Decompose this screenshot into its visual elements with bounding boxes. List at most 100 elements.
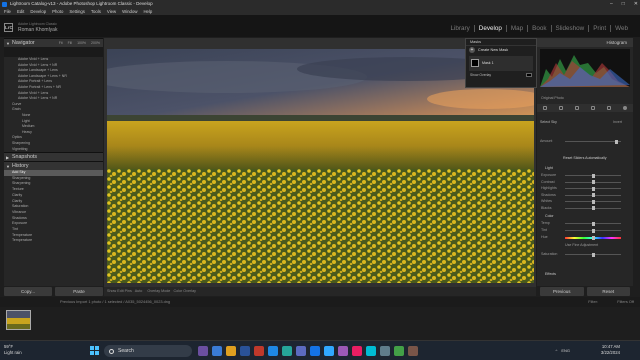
saturation-slider-knob[interactable] (592, 252, 595, 257)
invert-checkbox[interactable]: Invert (613, 120, 622, 124)
slider-knob[interactable] (592, 173, 595, 178)
paste-button[interactable]: Paste (55, 287, 103, 296)
show-edit-pins[interactable]: Show Edit Pins (107, 289, 132, 293)
zoom-100[interactable]: 100% (77, 39, 86, 48)
menu-window[interactable]: Window (122, 8, 137, 15)
history-item[interactable]: Temperature (4, 238, 103, 244)
healing-tool-icon[interactable] (559, 106, 563, 110)
light-slider[interactable] (565, 193, 621, 197)
app-icon[interactable] (408, 346, 418, 356)
light-slider[interactable] (565, 173, 621, 178)
color-slider[interactable] (565, 228, 621, 233)
crop-tool-icon[interactable] (543, 106, 547, 110)
explorer-icon[interactable] (226, 346, 236, 356)
brush-tool-icon[interactable] (591, 106, 595, 110)
premiere-icon[interactable] (338, 346, 348, 356)
module-develop[interactable]: Develop (473, 25, 506, 32)
previous-button[interactable]: Previous (540, 287, 584, 296)
slider-knob[interactable] (592, 235, 595, 240)
module-book[interactable]: Book (527, 25, 550, 32)
effects-section-header[interactable]: Effects (545, 272, 556, 276)
overlay-mode-value[interactable]: Color Overlay (173, 289, 196, 293)
maximize-button[interactable]: □ (622, 0, 625, 8)
zoom-fit[interactable]: Fit (59, 39, 63, 48)
module-library[interactable]: Library (447, 25, 474, 32)
close-button[interactable]: ✕ (634, 0, 638, 8)
color-slider[interactable] (565, 221, 621, 226)
slider-knob[interactable] (592, 221, 595, 226)
weather-widget[interactable]: 59°F Light rain (4, 344, 22, 356)
filmstrip-thumbnail[interactable] (6, 310, 31, 330)
zoom-200[interactable]: 200% (91, 39, 100, 48)
create-new-mask-button[interactable]: + Create New Mask (466, 46, 536, 55)
menu-view[interactable]: View (107, 8, 116, 15)
navigator-header[interactable]: ▼ Navigator Fit Fill 100% 200% (4, 38, 103, 47)
windows-start-icon[interactable] (90, 346, 99, 355)
slider-knob[interactable] (592, 193, 595, 197)
module-slideshow[interactable]: Slideshow (550, 25, 589, 32)
minimize-button[interactable]: – (610, 0, 613, 8)
menu-photo[interactable]: Photo (52, 8, 63, 15)
slider-knob[interactable] (592, 180, 595, 184)
menu-file[interactable]: File (4, 8, 11, 15)
module-print[interactable]: Print (588, 25, 610, 32)
light-slider[interactable] (565, 206, 621, 210)
menu-tools[interactable]: Tools (91, 8, 101, 15)
redeye-tool-icon[interactable] (575, 106, 579, 110)
taskbar-search[interactable]: Search (104, 345, 192, 357)
slider-knob[interactable] (592, 228, 595, 233)
photos-icon[interactable] (282, 346, 292, 356)
menu-help[interactable]: Help (143, 8, 152, 15)
menu-develop[interactable]: Develop (30, 8, 46, 15)
app-icon[interactable] (394, 346, 404, 356)
light-slider[interactable] (565, 180, 621, 184)
store-icon[interactable] (268, 346, 278, 356)
photoshop-icon[interactable] (324, 346, 334, 356)
module-web[interactable]: Web (610, 25, 632, 32)
module-map[interactable]: Map (505, 25, 527, 32)
discord-icon[interactable] (296, 346, 306, 356)
original-photo-label[interactable]: Original Photo (541, 96, 564, 100)
history-header[interactable]: ▼ History (4, 161, 103, 171)
navigator-preview[interactable] (4, 47, 103, 57)
amount-slider[interactable] (565, 139, 621, 144)
filter-dropdown[interactable]: Filters Off (617, 297, 634, 307)
menu-settings[interactable]: Settings (69, 8, 85, 15)
saturation-slider[interactable] (565, 252, 621, 257)
overlay-color-swatch[interactable] (526, 73, 532, 77)
slider-knob[interactable] (592, 186, 595, 191)
snapshots-header[interactable]: ▶ Snapshots (4, 152, 103, 162)
edge-icon[interactable] (212, 346, 222, 356)
histogram-header[interactable]: Histogram (537, 38, 633, 47)
mask-item[interactable]: Mask 1 (469, 56, 533, 71)
light-slider[interactable] (565, 199, 621, 204)
zoom-fill[interactable]: Fill (68, 39, 72, 48)
show-overlay-toggle[interactable]: Show Overlay (466, 72, 536, 78)
lightroom-icon[interactable] (310, 346, 320, 356)
masking-tool-icon[interactable] (623, 106, 627, 110)
chrome-icon[interactable] (254, 346, 264, 356)
clock[interactable]: 10:47 AM 3/22/2024 (601, 344, 620, 356)
filter-tool-icon[interactable] (607, 106, 611, 110)
app-icon[interactable] (352, 346, 362, 356)
auto-option[interactable]: Auto (135, 289, 143, 293)
fine-adjustment-checkbox[interactable]: Use Fine Adjustment (565, 243, 598, 247)
word-icon[interactable] (240, 346, 250, 356)
filmstrip-source[interactable]: Previous Import 1 photo / 1 selected / A… (60, 299, 170, 304)
light-section-header[interactable]: Light (545, 166, 553, 170)
reset-sliders-checkbox[interactable]: Reset Sliders Automatically (563, 156, 607, 160)
settings-icon[interactable] (380, 346, 390, 356)
language-indicator[interactable]: ENG (561, 348, 570, 353)
slider-knob[interactable] (592, 206, 595, 210)
app-icon[interactable] (366, 346, 376, 356)
menu-edit[interactable]: Edit (17, 8, 24, 15)
teams-icon[interactable] (198, 346, 208, 356)
color-section-header[interactable]: Color (545, 214, 554, 218)
light-slider[interactable] (565, 186, 621, 191)
chevron-up-icon[interactable]: ^ (555, 348, 557, 353)
amount-slider-knob[interactable] (615, 139, 618, 144)
reset-button[interactable]: Reset (586, 287, 630, 296)
color-slider[interactable] (565, 235, 621, 240)
slider-knob[interactable] (592, 199, 595, 204)
copy-button[interactable]: Copy... (4, 287, 52, 296)
